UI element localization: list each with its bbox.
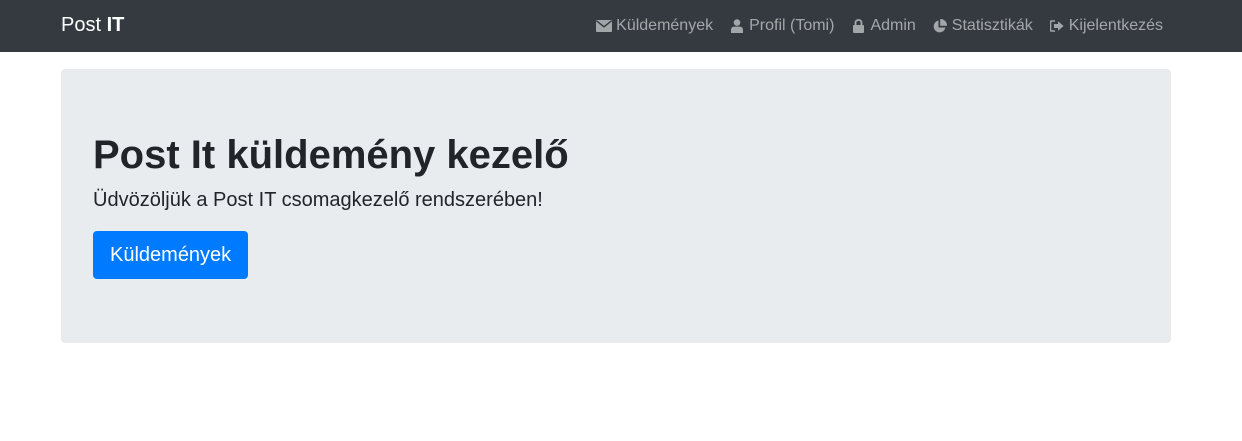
page-title: Post It küldemény kezelő: [93, 133, 569, 177]
sign-out-icon: [1049, 18, 1065, 34]
kuldemenyek-button[interactable]: Küldemények: [93, 231, 249, 279]
nav-link-profile[interactable]: Profil (Tomi): [729, 17, 834, 35]
envelope-icon: [596, 18, 613, 34]
nav-link-label: Statisztikák: [951, 17, 1033, 34]
brand-link[interactable]: Post IT: [61, 0, 124, 52]
nav-link-logout[interactable]: Kijelentkezés: [1049, 17, 1163, 35]
nav-link-statistics[interactable]: Statisztikák: [932, 17, 1033, 35]
nav-link-label: Küldemények: [616, 17, 714, 34]
brand-bold: IT: [106, 14, 125, 36]
welcome-text: Üdvözöljük a Post IT csomagkezelő rendsz…: [93, 189, 543, 211]
pie-chart-icon: [932, 18, 948, 34]
nav-links: Küldemények Profil (Tomi) Admin Statiszt…: [596, 0, 1163, 52]
nav-link-label: Profil (Tomi): [749, 17, 835, 34]
nav-link-label: Kijelentkezés: [1068, 17, 1163, 34]
lock-icon: [850, 18, 866, 34]
user-icon: [729, 18, 745, 34]
navbar: Post IT Küldemények Profil (Tomi) Admin …: [0, 0, 1242, 52]
nav-link-kuldemenyek[interactable]: Küldemények: [596, 17, 713, 35]
nav-link-label: Admin: [870, 17, 916, 34]
brand-regular: Post: [61, 14, 107, 36]
jumbotron: Post It küldemény kezelő Üdvözöljük a Po…: [61, 69, 1171, 343]
nav-link-admin[interactable]: Admin: [850, 17, 916, 35]
